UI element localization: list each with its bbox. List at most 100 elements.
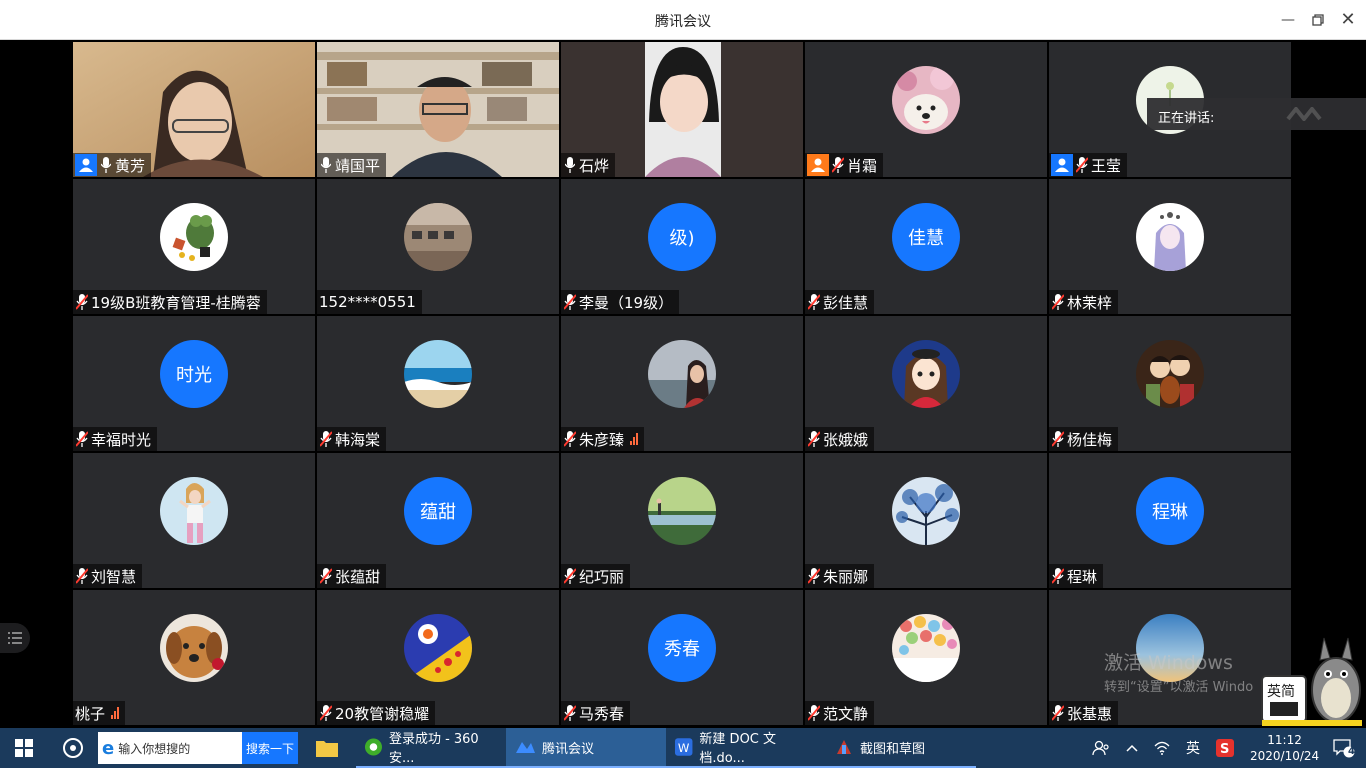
search-input[interactable]: e 输入你想搜的 — [98, 732, 242, 764]
network-button[interactable] — [1146, 728, 1178, 768]
name-label-bar: 李曼（19级） — [561, 290, 680, 314]
avatar — [1136, 340, 1204, 408]
name-label-bar: 马秀春 — [561, 701, 631, 725]
name-label-bar: 王莹 — [1049, 153, 1128, 177]
mic-muted-icon — [1051, 430, 1065, 448]
participant-tile[interactable]: 蕴甜 张蕴甜 — [317, 453, 559, 588]
name-label-bar: 20教管谢稳耀 — [317, 701, 436, 725]
name-label-bar: 林茉梓 — [1049, 290, 1119, 314]
minimize-icon[interactable]: — — [1276, 8, 1300, 32]
participant-tile[interactable]: 秀春 马秀春 — [561, 590, 803, 725]
participant-tile[interactable]: 石烨 — [561, 42, 803, 177]
name-label-bar: 范文静 — [805, 701, 875, 725]
participant-tile[interactable]: 程琳 程琳 — [1049, 453, 1291, 588]
participant-tile[interactable]: 佳慧 彭佳慧 — [805, 179, 1047, 314]
name-label-bar: 肖霜 — [805, 153, 884, 177]
participant-tile[interactable]: 黄芳 — [73, 42, 315, 177]
avatar: 佳慧 — [892, 203, 960, 271]
avatar — [160, 614, 228, 682]
network-signal-icon — [111, 707, 120, 719]
mic-muted-icon — [75, 567, 89, 585]
participant-tile[interactable]: 级) 李曼（19级） — [561, 179, 803, 314]
chevron-up-icon — [1126, 744, 1138, 752]
action-center-button[interactable]: 4 — [1322, 728, 1366, 768]
participant-name: 石烨 — [579, 156, 610, 175]
participant-name: 张基惠 — [1067, 704, 1113, 723]
participant-name: 纪巧丽 — [579, 567, 625, 586]
folder-icon — [316, 741, 338, 757]
participant-name: 李曼（19级） — [579, 293, 674, 312]
taskbar-app-360[interactable]: 登录成功 - 360安... — [356, 728, 506, 768]
avatar — [404, 340, 472, 408]
participant-tile[interactable]: 朱彦臻 — [561, 316, 803, 451]
sogou-ime-button[interactable]: S — [1208, 728, 1242, 768]
mic-muted-icon — [807, 293, 821, 311]
taskbar-app-snip[interactable]: 截图和草图 — [826, 728, 976, 768]
participant-tile[interactable]: 杨佳梅 — [1049, 316, 1291, 451]
participant-tile[interactable]: 林茉梓 — [1049, 179, 1291, 314]
clock[interactable]: 11:12 2020/10/24 — [1242, 728, 1322, 768]
tray-overflow-button[interactable] — [1118, 728, 1146, 768]
avatar — [404, 614, 472, 682]
search-button[interactable]: 搜索一下 — [242, 732, 298, 764]
svg-text:S: S — [1220, 742, 1229, 757]
participant-tile[interactable]: 刘智慧 — [73, 453, 315, 588]
taskbar-app-tencent-meeting[interactable]: 腾讯会议 — [506, 728, 666, 768]
participant-tile[interactable]: 纪巧丽 — [561, 453, 803, 588]
people-icon — [1092, 740, 1109, 756]
taskbar: e 输入你想搜的 搜索一下 登录成功 - 360安... 腾讯会议 W 新建 D… — [0, 728, 1366, 768]
snip-sketch-icon — [837, 740, 851, 754]
ime-indicator[interactable]: 英 — [1178, 728, 1208, 768]
participant-name: 范文静 — [823, 704, 869, 723]
activation-watermark-text: 转到“设置”以激活 Windo — [1104, 680, 1254, 695]
participant-name: 幸福时光 — [91, 430, 152, 449]
speaking-label: 正在讲话: — [1158, 111, 1215, 126]
people-button[interactable] — [1084, 728, 1118, 768]
avatar — [160, 203, 228, 271]
avatar — [648, 477, 716, 545]
taskbar-app-doc[interactable]: W 新建 DOC 文档.do... — [666, 728, 826, 768]
participant-name: 朱彦臻 — [579, 430, 625, 449]
wps-doc-icon: W — [674, 738, 693, 756]
name-label-bar: 韩海棠 — [317, 427, 387, 451]
avatar — [892, 340, 960, 408]
participant-name: 林茉梓 — [1067, 293, 1113, 312]
restore-icon[interactable] — [1306, 8, 1330, 32]
participant-tile[interactable]: 20教管谢稳耀 — [317, 590, 559, 725]
participant-tile[interactable]: 152****0551 — [317, 179, 559, 314]
name-label-bar: 张娥娥 — [805, 427, 875, 451]
name-label-bar: 幸福时光 — [73, 427, 158, 451]
mic-muted-icon — [1051, 293, 1065, 311]
file-explorer-button[interactable] — [298, 728, 356, 768]
avatar — [404, 203, 472, 271]
start-button[interactable] — [0, 728, 48, 768]
participant-tile[interactable]: 桃子 — [73, 590, 315, 725]
member-list-button[interactable] — [0, 623, 30, 653]
participant-tile[interactable]: 靖国平 — [317, 42, 559, 177]
name-label-bar: 桃子 — [73, 701, 126, 725]
mic-muted-icon — [319, 704, 333, 722]
taskbar-app-label: 截图和草图 — [860, 741, 926, 757]
name-label-bar: 程琳 — [1049, 564, 1104, 588]
name-label-bar: 朱彦臻 — [561, 427, 645, 451]
mic-on-icon — [563, 156, 577, 174]
participant-tile[interactable]: 19级B班教育管理-桂腾蓉 — [73, 179, 315, 314]
participant-tile[interactable]: 范文静 — [805, 590, 1047, 725]
participant-tile[interactable]: 韩海棠 — [317, 316, 559, 451]
participant-name: 马秀春 — [579, 704, 625, 723]
notification-count: 4 — [1348, 746, 1355, 757]
close-icon[interactable]: ✕ — [1336, 8, 1360, 32]
participant-tile[interactable]: 时光 幸福时光 — [73, 316, 315, 451]
360-browser-launcher[interactable] — [48, 728, 98, 768]
title-bar: 腾讯会议 — ✕ — [0, 0, 1366, 40]
participant-tile[interactable]: 朱丽娜 — [805, 453, 1047, 588]
activation-watermark-title: 激活 Windows — [1104, 652, 1233, 674]
participant-name: 张娥娥 — [823, 430, 869, 449]
avatar — [648, 340, 716, 408]
participant-tile[interactable]: 张娥娥 — [805, 316, 1047, 451]
avatar — [892, 614, 960, 682]
speaking-indicator: 正在讲话: — [1147, 98, 1366, 130]
participant-tile[interactable]: 肖霜 — [805, 42, 1047, 177]
wifi-icon — [1154, 741, 1170, 755]
taskbar-app-label: 新建 DOC 文档.do... — [699, 732, 777, 766]
